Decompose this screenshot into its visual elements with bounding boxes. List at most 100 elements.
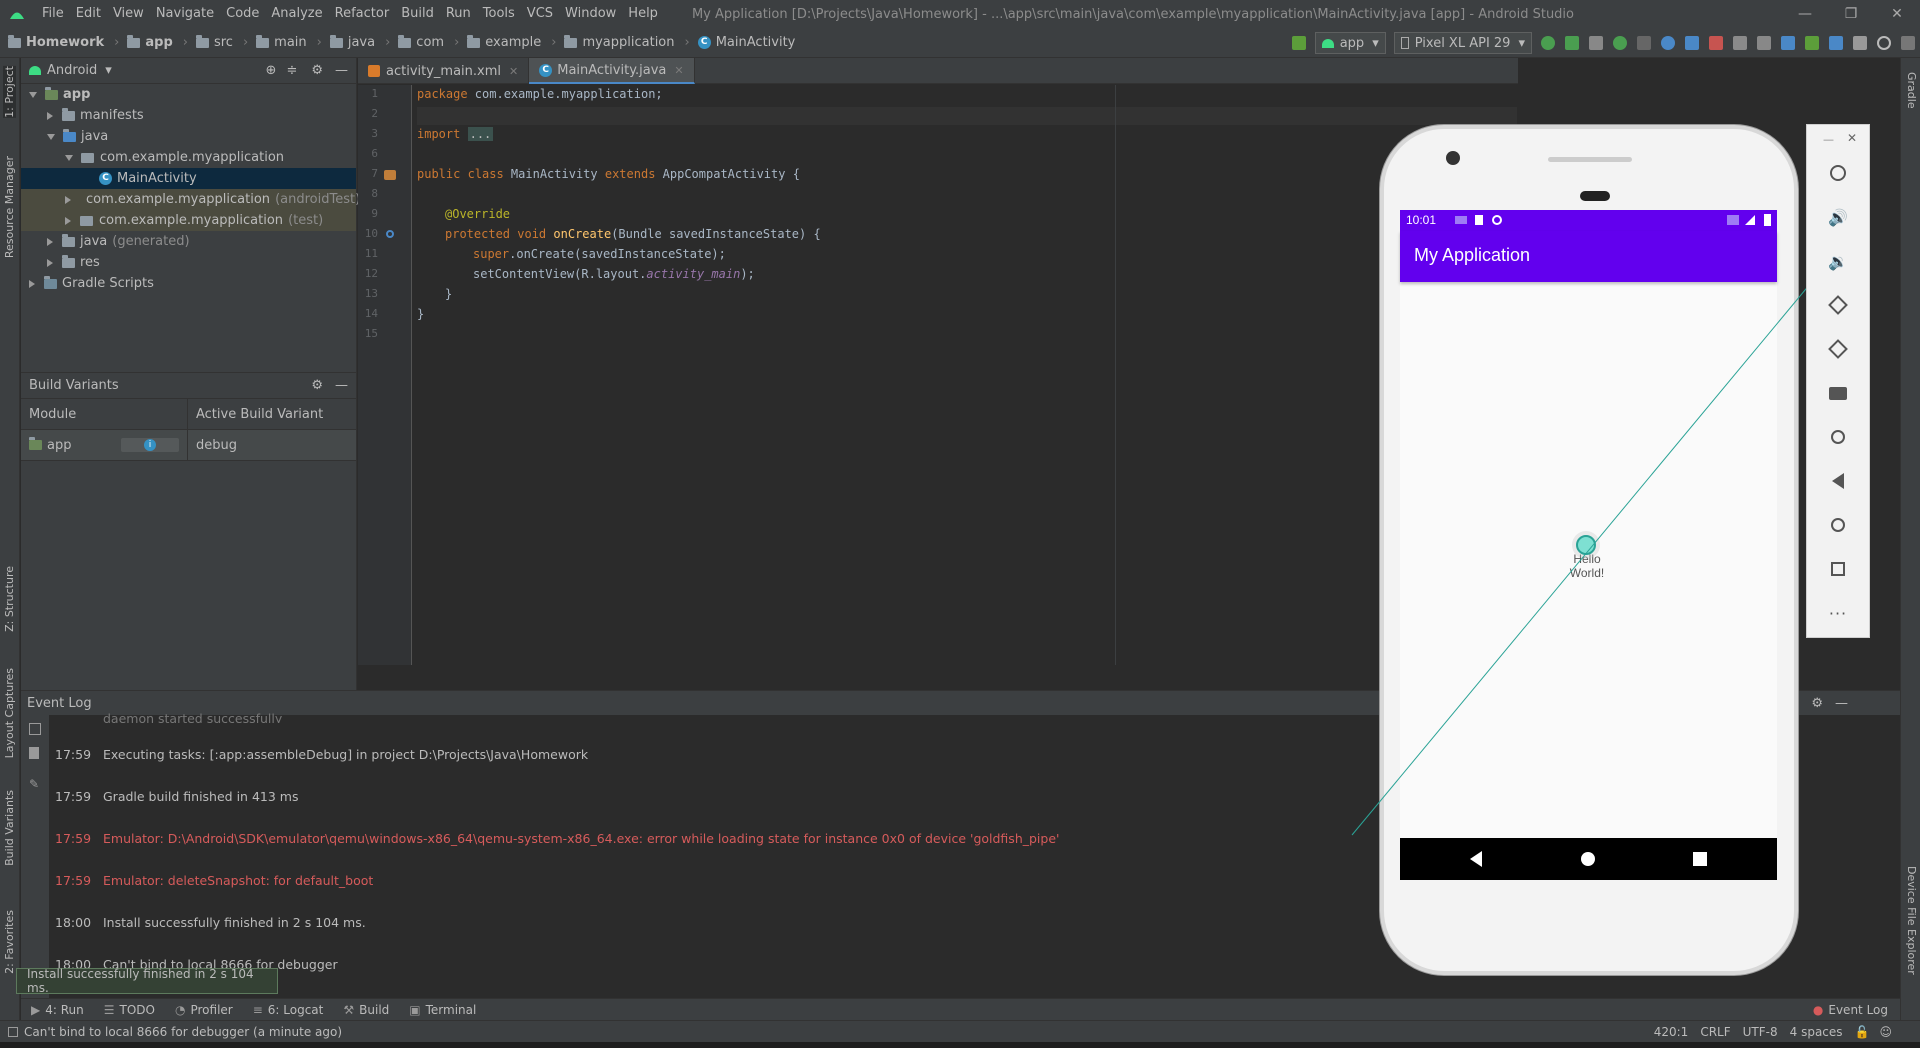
- collapse-icon[interactable]: [29, 279, 35, 288]
- device-select[interactable]: Pixel XL API 29 ▾: [1393, 32, 1532, 54]
- make-project-icon[interactable]: [1291, 36, 1306, 50]
- tree-item-gradle-scripts[interactable]: Gradle Scripts: [21, 273, 356, 294]
- apply-code-changes-icon[interactable]: [1565, 36, 1579, 50]
- tree-item-java-generated[interactable]: java (generated): [21, 231, 356, 252]
- rotate-left-button[interactable]: [1807, 287, 1869, 323]
- back-button[interactable]: [1807, 463, 1869, 499]
- collapse-icon[interactable]: [65, 195, 71, 204]
- tab-mainactivity-java[interactable]: C MainActivity.java ✕: [529, 58, 695, 84]
- breadcrumb-example[interactable]: example ›: [459, 34, 556, 50]
- breadcrumb-src[interactable]: src ›: [188, 34, 248, 50]
- column-header-variant[interactable]: Active Build Variant: [188, 407, 356, 422]
- minimize-icon[interactable]: —: [1823, 133, 1834, 146]
- menu-vcs[interactable]: VCS: [521, 0, 559, 28]
- close-tab-icon[interactable]: ✕: [674, 64, 683, 77]
- tree-item-java[interactable]: java: [21, 126, 356, 147]
- mark-read-icon[interactable]: [29, 723, 41, 735]
- breadcrumb-project[interactable]: Homework ›: [0, 34, 119, 50]
- hide-icon[interactable]: —: [335, 378, 348, 393]
- menu-navigate[interactable]: Navigate: [150, 0, 220, 28]
- tool-todo[interactable]: ☰ TODO: [104, 1003, 155, 1017]
- expand-icon[interactable]: [65, 154, 73, 161]
- back-icon[interactable]: [1470, 851, 1482, 867]
- tab-gradle[interactable]: Gradle: [1905, 72, 1918, 109]
- tab-structure[interactable]: Z: Structure: [3, 566, 16, 632]
- tool-terminal[interactable]: ▣ Terminal: [409, 1003, 476, 1017]
- overview-button[interactable]: [1807, 551, 1869, 587]
- power-button[interactable]: [1807, 155, 1869, 191]
- tree-item-manifests[interactable]: manifests: [21, 105, 356, 126]
- hide-icon[interactable]: —: [335, 63, 348, 78]
- volume-up-button[interactable]: 🔊: [1807, 199, 1869, 235]
- trash-icon[interactable]: [29, 747, 39, 759]
- tree-item-mainactivity[interactable]: C MainActivity: [21, 168, 356, 189]
- search-icon[interactable]: [1877, 36, 1891, 50]
- menu-run[interactable]: Run: [440, 0, 477, 28]
- expand-icon[interactable]: [29, 91, 37, 98]
- menu-refactor[interactable]: Refactor: [329, 0, 396, 28]
- more-tools-icon[interactable]: [1901, 36, 1915, 50]
- rotate-right-button[interactable]: [1807, 331, 1869, 367]
- close-icon[interactable]: ✕: [1847, 131, 1857, 145]
- apply-changes-icon[interactable]: [1541, 36, 1555, 50]
- tab-device-file-explorer[interactable]: Device File Explorer: [1905, 866, 1918, 975]
- tab-activity-main-xml[interactable]: activity_main.xml ✕: [358, 58, 530, 84]
- breadcrumb-main[interactable]: main ›: [248, 34, 322, 50]
- breadcrumb-package[interactable]: myapplication ›: [556, 34, 690, 50]
- menu-file[interactable]: File: [36, 0, 70, 28]
- tab-layout-captures[interactable]: Layout Captures: [3, 668, 16, 758]
- locate-icon[interactable]: ⊕: [266, 63, 277, 78]
- collapse-icon[interactable]: [47, 237, 53, 246]
- collapse-icon[interactable]: [47, 258, 53, 267]
- tree-item-res[interactable]: res: [21, 252, 356, 273]
- tab-project[interactable]: 1: Project: [3, 66, 16, 118]
- attach-debugger-icon[interactable]: [1685, 36, 1699, 50]
- tool-logcat[interactable]: ≡ 6: Logcat: [253, 1003, 324, 1017]
- tool-event-log[interactable]: ● Event Log: [1813, 1003, 1888, 1017]
- breadcrumb-java[interactable]: java ›: [322, 34, 390, 50]
- home-button[interactable]: [1807, 507, 1869, 543]
- tree-item-package-androidtest[interactable]: com.example.myapplication (androidTest): [21, 189, 360, 210]
- menu-window[interactable]: Window: [559, 0, 622, 28]
- panel-toggle-icon[interactable]: [8, 1026, 18, 1037]
- tab-favorites[interactable]: 2: Favorites: [3, 910, 16, 974]
- home-icon[interactable]: [1581, 852, 1595, 866]
- minimize-icon[interactable]: —: [1782, 6, 1828, 22]
- list-icon[interactable]: [1589, 36, 1603, 50]
- column-header-module[interactable]: Module: [21, 398, 188, 430]
- chevron-down-icon[interactable]: ▾: [105, 63, 112, 78]
- collapse-icon[interactable]: [47, 111, 53, 120]
- project-view-select[interactable]: Android: [47, 63, 97, 78]
- tool-run[interactable]: ▶ 4: Run: [31, 1003, 84, 1017]
- stop-icon[interactable]: [1709, 36, 1723, 50]
- run-config-select[interactable]: app ▾: [1314, 32, 1386, 54]
- sdk-manager-icon[interactable]: [1829, 36, 1843, 50]
- coverage-icon[interactable]: [1637, 36, 1651, 50]
- run-gutter-icon[interactable]: [384, 170, 396, 180]
- layout-inspector-icon[interactable]: [1853, 36, 1867, 50]
- menu-tools[interactable]: Tools: [477, 0, 521, 28]
- menu-help[interactable]: Help: [622, 0, 664, 28]
- menu-code[interactable]: Code: [220, 0, 265, 28]
- indent-setting[interactable]: 4 spaces: [1790, 1025, 1843, 1039]
- breadcrumb-class[interactable]: C MainActivity: [690, 35, 795, 50]
- collapse-icon[interactable]: [65, 216, 71, 225]
- gradle-sync-icon[interactable]: [1781, 36, 1795, 50]
- menu-analyze[interactable]: Analyze: [265, 0, 328, 28]
- menu-view[interactable]: View: [107, 0, 150, 28]
- close-icon[interactable]: ✕: [1874, 6, 1920, 22]
- tree-item-app[interactable]: app: [21, 84, 356, 105]
- project-structure-icon[interactable]: [1757, 36, 1771, 50]
- profile-icon[interactable]: [1661, 36, 1675, 50]
- breadcrumb-module[interactable]: app ›: [119, 34, 188, 50]
- gear-icon[interactable]: ⚙: [311, 63, 323, 78]
- tree-item-package-test[interactable]: com.example.myapplication (test): [21, 210, 356, 231]
- tree-item-package[interactable]: com.example.myapplication: [21, 147, 356, 168]
- breadcrumb-com[interactable]: com ›: [390, 34, 459, 50]
- wrench-icon[interactable]: ✎: [29, 777, 39, 791]
- folded-imports[interactable]: ...: [467, 127, 494, 141]
- expand-icon[interactable]: [47, 133, 55, 140]
- more-button[interactable]: ···: [1807, 595, 1869, 631]
- overview-icon[interactable]: [1693, 852, 1707, 866]
- tool-build[interactable]: ⚒ Build: [343, 1003, 389, 1017]
